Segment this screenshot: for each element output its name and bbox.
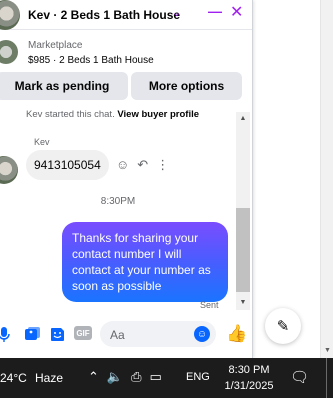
- time-divider: 8:30PM: [100, 196, 136, 207]
- gif-button[interactable]: GIF: [74, 326, 92, 340]
- chat-window: Kev · 2 Beds 1 Bath House ⌄ — ✕ Marketpl…: [0, 0, 253, 358]
- thumbs-up-icon[interactable]: 👍: [226, 324, 247, 344]
- message-list: Kev started this chat. View buyer profil…: [0, 104, 236, 310]
- compose-icon: ✎: [276, 318, 290, 335]
- sender-name: Kev: [34, 137, 50, 147]
- emoji-icon[interactable]: ☺: [194, 326, 210, 342]
- page-scrollbar[interactable]: ▼: [320, 0, 333, 358]
- more-options-button[interactable]: More options: [131, 72, 242, 100]
- notifications-icon[interactable]: 🗨: [290, 368, 309, 386]
- chat-scrollbar[interactable]: ▲ ▼: [236, 112, 250, 310]
- scroll-thumb[interactable]: [236, 208, 250, 292]
- minimize-icon[interactable]: —: [208, 3, 222, 19]
- chat-header: Kev · 2 Beds 1 Bath House ⌄ — ✕: [0, 0, 252, 30]
- chevron-up-icon[interactable]: ⌃: [88, 369, 99, 385]
- sticker-icon[interactable]: [49, 326, 65, 342]
- clock-date: 1/31/2025: [224, 380, 274, 392]
- chat-started-text: Kev started this chat.: [26, 109, 115, 120]
- weather-temperature[interactable]: 24°C: [0, 371, 27, 385]
- language-indicator[interactable]: ENG: [186, 371, 210, 383]
- listing-thumbnail: [0, 40, 18, 64]
- show-desktop-button[interactable]: [326, 358, 327, 398]
- listing-card[interactable]: Marketplace $985 · 2 Beds 1 Bath House: [0, 32, 252, 70]
- chevron-down-icon[interactable]: ⌄: [172, 6, 181, 19]
- message-composer: GIF Aa ☺ 👍: [0, 318, 252, 350]
- view-buyer-profile-link[interactable]: View buyer profile: [117, 109, 199, 120]
- message-input-placeholder: Aa: [110, 328, 125, 342]
- reply-icon[interactable]: ↶: [137, 157, 148, 173]
- outgoing-message[interactable]: Thanks for sharing your contact number I…: [62, 222, 228, 302]
- message-actions: ☺ ↶ ⋮: [116, 157, 169, 173]
- volume-icon[interactable]: 🔈: [107, 369, 123, 385]
- display-icon[interactable]: ▭: [150, 369, 162, 385]
- incoming-message[interactable]: 9413105054: [26, 150, 109, 180]
- system-tray: ⌃ 🔈 ⎙ ▭: [88, 369, 162, 385]
- page-scroll-down-icon[interactable]: ▼: [321, 346, 333, 356]
- scroll-down-icon[interactable]: ▼: [236, 298, 250, 308]
- chat-title[interactable]: Kev · 2 Beds 1 Bath House: [28, 8, 180, 22]
- new-message-button[interactable]: ✎: [265, 308, 301, 344]
- chat-started-notice: Kev started this chat. View buyer profil…: [26, 109, 199, 120]
- close-icon[interactable]: ✕: [230, 2, 243, 22]
- incoming-message-text: 9413105054: [34, 158, 101, 172]
- message-input[interactable]: Aa ☺: [100, 321, 216, 347]
- more-vertical-icon[interactable]: ⋮: [156, 157, 169, 173]
- scroll-up-icon[interactable]: ▲: [236, 114, 250, 124]
- taskbar: 24°C Haze ⌃ 🔈 ⎙ ▭ ENG 8:30 PM 1/31/2025 …: [0, 358, 333, 398]
- meet-now-icon[interactable]: ⎙: [131, 369, 141, 385]
- avatar[interactable]: [0, 156, 18, 184]
- clock-time: 8:30 PM: [228, 364, 270, 376]
- clock[interactable]: 8:30 PM 1/31/2025: [222, 362, 276, 394]
- mark-as-pending-button[interactable]: Mark as pending: [0, 72, 128, 100]
- message-status: Sent: [200, 300, 219, 310]
- microphone-icon[interactable]: [0, 326, 12, 342]
- marketplace-label: Marketplace: [28, 40, 83, 51]
- listing-price: $985 · 2 Beds 1 Bath House: [28, 55, 154, 66]
- react-emoji-icon[interactable]: ☺: [116, 157, 129, 173]
- photo-icon[interactable]: [24, 326, 40, 342]
- avatar[interactable]: [0, 0, 20, 30]
- weather-condition[interactable]: Haze: [35, 371, 63, 385]
